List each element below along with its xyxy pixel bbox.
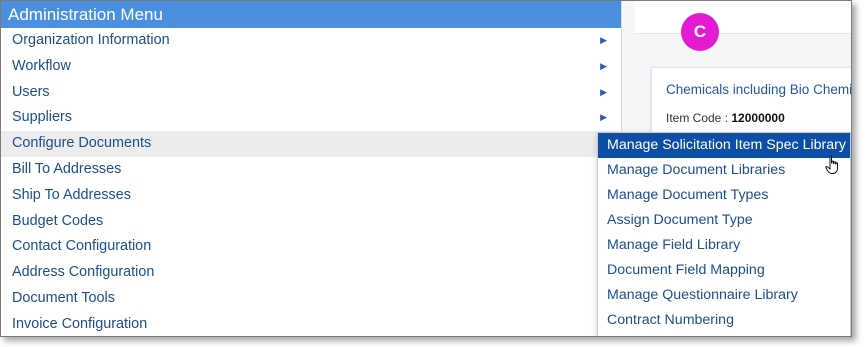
submenu-item-manage-document-types[interactable]: Manage Document Types bbox=[598, 183, 850, 208]
menu-item-label: Bill To Addresses bbox=[12, 160, 122, 177]
submenu-item-manage-solicitation-item-spec-library[interactable]: Manage Solicitation Item Spec Library bbox=[598, 133, 850, 158]
menu-item-label: Address Configuration bbox=[12, 264, 155, 281]
submenu-item-manage-document-libraries[interactable]: Manage Document Libraries bbox=[598, 158, 850, 183]
menu-item-address-configuration[interactable]: Address Configuration bbox=[1, 260, 621, 286]
configure-documents-submenu: Manage Solicitation Item Spec Library Ma… bbox=[597, 132, 851, 336]
menu-item-contact-configuration[interactable]: Contact Configuration bbox=[1, 234, 621, 260]
administration-menu: Administration Menu Organization Informa… bbox=[1, 1, 622, 336]
menu-item-configure-documents[interactable]: Configure Documents bbox=[1, 131, 621, 157]
menu-item-workflow[interactable]: Workflow ▶ bbox=[1, 54, 621, 80]
menu-item-label: Budget Codes bbox=[12, 212, 104, 229]
menu-item-users[interactable]: Users ▶ bbox=[1, 80, 621, 106]
menu-item-invoice-configuration[interactable]: Invoice Configuration bbox=[1, 312, 621, 336]
submenu-item-assign-document-type[interactable]: Assign Document Type bbox=[598, 208, 850, 233]
menu-item-document-tools[interactable]: Document Tools bbox=[1, 286, 621, 312]
menu-item-label: Suppliers bbox=[12, 109, 72, 126]
item-card-code: Item Code : 12000000 bbox=[666, 111, 785, 125]
menu-item-label: Workflow bbox=[12, 57, 71, 74]
chevron-right-icon: ▶ bbox=[600, 112, 607, 123]
menu-item-organization-information[interactable]: Organization Information ▶ bbox=[1, 28, 621, 54]
menu-item-budget-codes[interactable]: Budget Codes bbox=[1, 209, 621, 235]
menu-item-label: Contact Configuration bbox=[12, 238, 152, 255]
menu-item-label: Invoice Configuration bbox=[12, 315, 148, 332]
menu-item-suppliers[interactable]: Suppliers ▶ bbox=[1, 105, 621, 131]
app-window: C Chemicals including Bio Chemic Item Co… bbox=[0, 0, 852, 337]
item-card[interactable]: Chemicals including Bio Chemic Item Code… bbox=[651, 67, 851, 133]
item-code-value: 12000000 bbox=[731, 111, 785, 125]
submenu-item-manage-field-library[interactable]: Manage Field Library bbox=[598, 233, 850, 258]
chevron-right-icon: ▶ bbox=[600, 60, 607, 71]
menu-item-label: Configure Documents bbox=[12, 135, 152, 152]
menu-item-ship-to-addresses[interactable]: Ship To Addresses bbox=[1, 183, 621, 209]
chevron-right-icon: ▶ bbox=[600, 86, 607, 97]
submenu-item-manage-questionnaire-library[interactable]: Manage Questionnaire Library bbox=[598, 283, 850, 308]
hand-pointer-icon bbox=[825, 155, 838, 174]
chevron-right-icon: ▶ bbox=[600, 35, 607, 45]
menu-item-label: Ship To Addresses bbox=[12, 186, 131, 203]
item-code-label: Item Code : bbox=[666, 111, 729, 125]
avatar[interactable]: C bbox=[681, 13, 719, 51]
submenu-item-document-field-mapping[interactable]: Document Field Mapping bbox=[598, 258, 850, 283]
menu-item-label: Organization Information bbox=[12, 32, 170, 48]
menu-item-bill-to-addresses[interactable]: Bill To Addresses bbox=[1, 157, 621, 183]
menu-title: Administration Menu bbox=[1, 1, 621, 28]
submenu-item-contract-numbering[interactable]: Contract Numbering bbox=[598, 308, 850, 333]
background-header bbox=[635, 1, 851, 34]
menu-item-label: Users bbox=[12, 83, 50, 100]
menu-item-label: Document Tools bbox=[12, 289, 115, 306]
item-card-title[interactable]: Chemicals including Bio Chemic bbox=[666, 82, 851, 97]
